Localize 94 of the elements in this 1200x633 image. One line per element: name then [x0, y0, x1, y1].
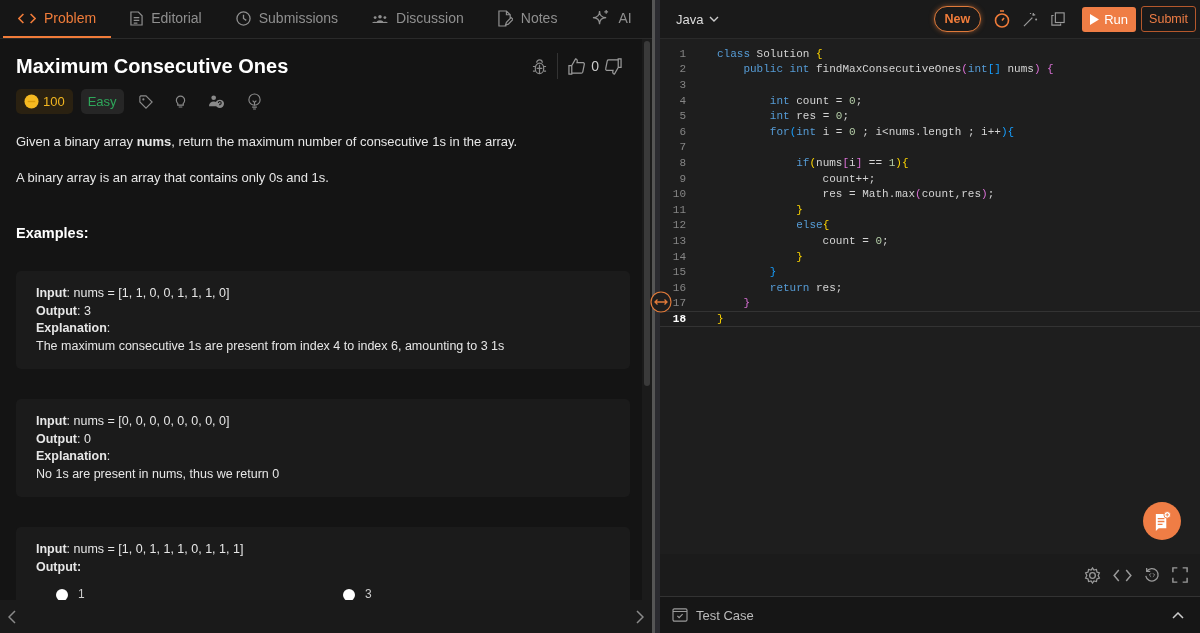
problem-tab[interactable]: Submissions	[220, 0, 354, 38]
coins-badge: 100	[16, 89, 73, 114]
line-number: 14	[671, 250, 686, 263]
example-line: Explanation:	[36, 448, 112, 465]
code-line: else{	[795, 219, 830, 232]
line-number: 18	[671, 312, 686, 325]
new-button[interactable]: New	[933, 6, 982, 32]
line-number: 5	[678, 110, 686, 123]
language-dropdown[interactable]: Java	[670, 10, 726, 28]
examples-heading: Examples:	[16, 225, 90, 241]
test-case-tab[interactable]: Test Case	[696, 607, 754, 623]
copy-icon[interactable]	[1051, 12, 1066, 26]
chevron-left-icon[interactable]	[8, 609, 16, 624]
code-line: }	[795, 250, 803, 263]
problem-tab[interactable]: Discussion	[357, 0, 479, 38]
lightbulb-icon[interactable]	[246, 93, 262, 110]
line-number: 16	[671, 281, 686, 294]
line-number: 6	[678, 125, 686, 138]
code-line: for(int i = 0 ; i<nums.length ; i++){	[768, 125, 1015, 138]
chevron-up-icon[interactable]	[1172, 611, 1184, 619]
option-label: 3	[365, 585, 372, 600]
problem-title: Maximum Consecutive Ones	[16, 54, 289, 78]
example-line: Input: nums = [1, 1, 0, 0, 1, 1, 1, 0]	[36, 285, 231, 302]
people-icon	[372, 13, 389, 23]
line-number: 1	[678, 47, 686, 60]
example-line: The maximum consecutive 1s are present from index 4 to index 6, amounting to 3 1s	[36, 337, 506, 355]
code-line: }	[795, 203, 803, 216]
code-line: count = 0;	[821, 234, 889, 247]
description-text: A binary array is an array that contains only 0s and 1s.	[16, 170, 330, 185]
line-number: 12	[671, 219, 686, 232]
option-bullet-icon	[343, 588, 355, 600]
add-note-button[interactable]	[1143, 502, 1181, 540]
line-number: 13	[671, 234, 686, 247]
code-line: int res = 0;	[768, 110, 850, 123]
code-line: }	[717, 312, 724, 325]
resize-handle-icon[interactable]	[650, 291, 672, 313]
fullscreen-icon[interactable]	[1172, 567, 1188, 583]
people-question-icon[interactable]	[207, 94, 225, 109]
problem-tab[interactable]: Problem	[3, 0, 112, 38]
line-number: 15	[671, 266, 686, 279]
code-line: res = Math.max(count,res);	[821, 188, 995, 201]
clock-icon	[235, 10, 251, 26]
line-number: 4	[678, 94, 686, 107]
code-line: class Solution {	[717, 47, 823, 60]
terminal-check-icon	[672, 608, 688, 622]
line-number: 3	[678, 79, 686, 91]
chevron-right-icon[interactable]	[636, 609, 644, 624]
note-edit-icon	[497, 9, 513, 27]
line-number: 11	[671, 203, 686, 216]
history-icon[interactable]	[1144, 567, 1160, 583]
scrollbar[interactable]	[642, 39, 652, 600]
code-icon[interactable]	[1113, 568, 1132, 582]
thumbs-down-icon[interactable]	[605, 57, 622, 75]
play-icon	[1090, 13, 1100, 25]
example-line: Input: nums = [0, 0, 0, 0, 0, 0, 0, 0]	[36, 413, 231, 430]
line-number: 7	[678, 141, 686, 154]
settings-icon[interactable]	[1084, 566, 1101, 584]
submit-button[interactable]: Submit	[1141, 6, 1196, 32]
line-number: 8	[678, 156, 686, 169]
option-label: 1	[78, 585, 85, 600]
code-line: count++;	[821, 172, 876, 185]
example-line: No 1s are present in nums, thus we return 0	[36, 465, 281, 483]
code-line: return res;	[768, 281, 843, 294]
line-number: 9	[678, 172, 686, 185]
code-icon	[18, 11, 36, 25]
difficulty-badge: Easy	[80, 89, 124, 114]
description-text: Given a binary array nums, return the maximum number of consecutive 1s in the array.	[16, 134, 519, 149]
stopwatch-icon[interactable]	[994, 10, 1011, 28]
example-line: Input: nums = [1, 0, 1, 1, 1, 0, 1, 1, 1]	[36, 541, 245, 558]
problem-tab[interactable]: Notes	[482, 0, 573, 38]
coin-icon	[24, 94, 39, 109]
tag-icon[interactable]	[138, 94, 153, 109]
line-number: 2	[678, 63, 686, 76]
example-line: Output: 0	[36, 430, 92, 448]
option-bullet-icon	[56, 588, 68, 600]
document-icon	[130, 10, 144, 26]
like-count: 0	[591, 58, 599, 74]
chevron-down-icon	[709, 16, 720, 22]
lightbulb-icon[interactable]	[174, 94, 186, 109]
code-line: }	[768, 266, 777, 279]
example-line: Explanation:	[36, 320, 112, 337]
code-line: if(nums[i] == 1){	[795, 156, 909, 169]
problem-tab[interactable]: Editorial	[115, 0, 217, 38]
bug-icon[interactable]	[532, 57, 548, 75]
code-line: }	[742, 297, 750, 310]
line-number: 17	[671, 297, 686, 310]
code-line: public int findMaxConsecutiveOnes(int[] nums) {	[742, 63, 1054, 76]
example-line: Output:	[36, 558, 83, 576]
code-line: int count = 0;	[768, 94, 863, 107]
magic-wand-icon[interactable]	[1023, 11, 1039, 27]
thumbs-up-icon[interactable]	[568, 57, 586, 75]
line-number: 10	[671, 188, 686, 201]
problem-tab[interactable]: AI	[576, 0, 647, 38]
example-line: Output: 3	[36, 302, 92, 320]
